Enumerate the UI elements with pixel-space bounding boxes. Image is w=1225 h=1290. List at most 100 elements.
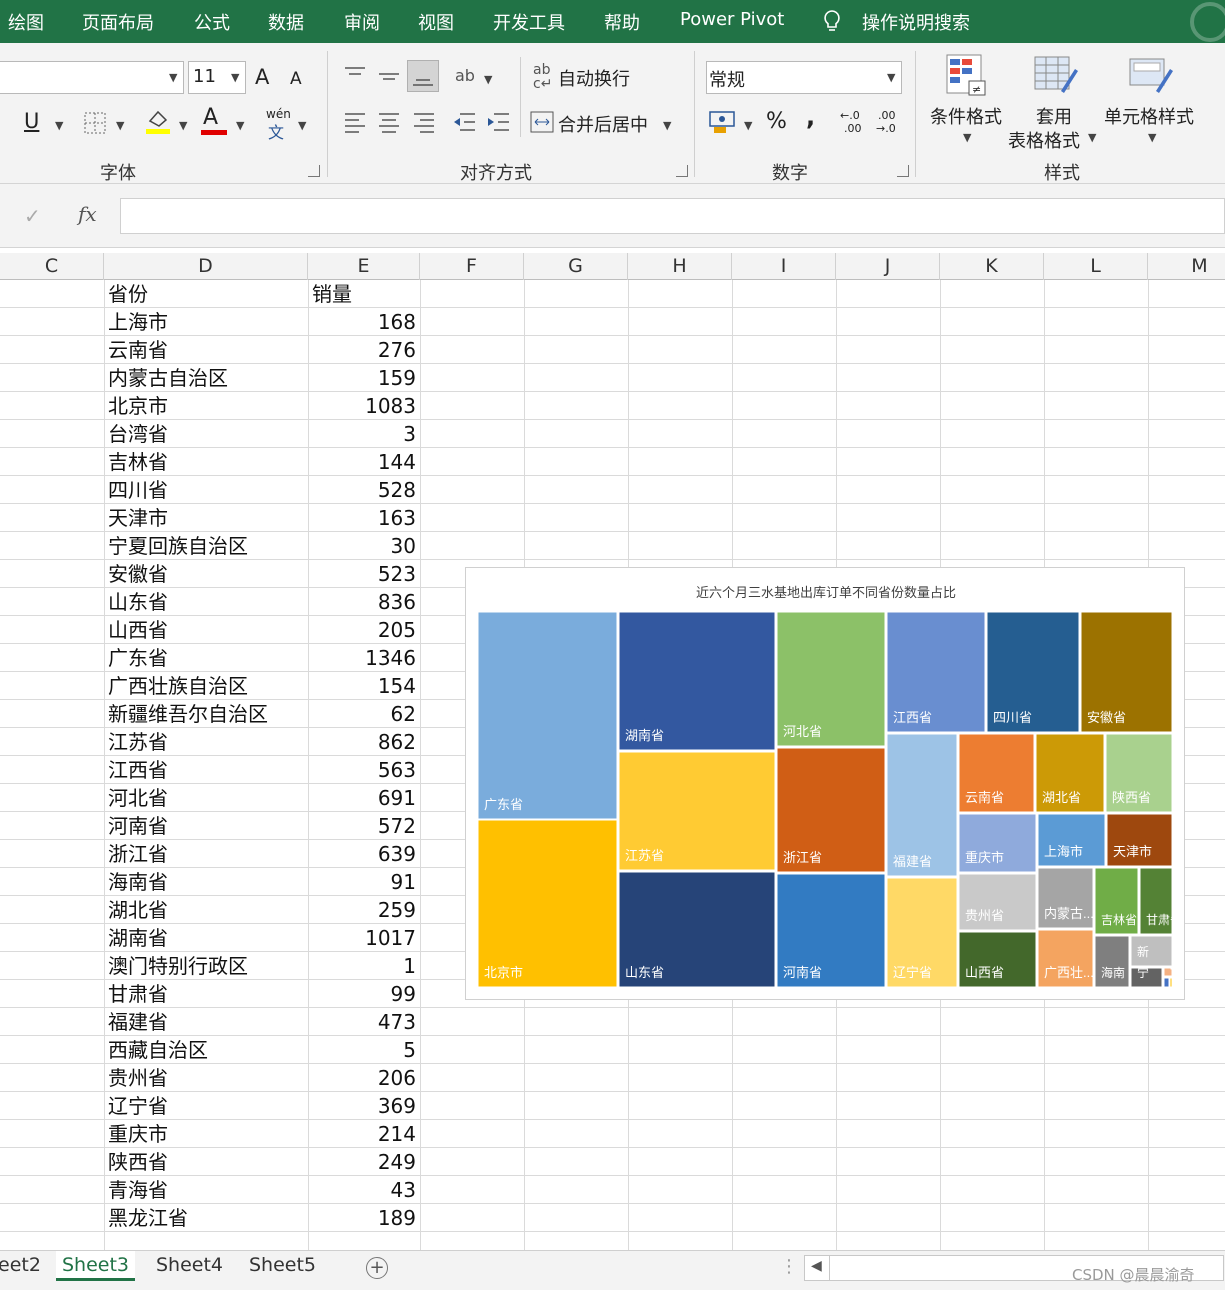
sheet-tab-sheet3[interactable]: Sheet3 <box>56 1251 136 1281</box>
font-color-button[interactable]: A <box>203 105 218 130</box>
province-cell[interactable]: 黑龙江省 <box>108 1204 188 1232</box>
increase-decimal-button[interactable]: ←.0 .00 <box>840 109 870 139</box>
col-header-l[interactable]: L <box>1044 253 1148 280</box>
sales-cell[interactable]: 276 <box>308 336 416 364</box>
format-as-table-line2[interactable]: 表格格式 <box>1008 127 1080 153</box>
sales-cell[interactable]: 1083 <box>308 392 416 420</box>
chevron-down-icon[interactable]: ▼ <box>663 119 671 132</box>
province-cell[interactable]: 广东省 <box>108 644 168 672</box>
menu-data[interactable]: 数据 <box>268 9 304 35</box>
format-as-table-line1[interactable]: 套用 <box>1036 103 1072 129</box>
align-left-icon[interactable] <box>344 111 366 133</box>
province-cell[interactable]: 湖南省 <box>108 924 168 952</box>
col-header-f[interactable]: F <box>420 253 524 280</box>
treemap-tile[interactable] <box>1169 977 1173 988</box>
fill-color-icon[interactable] <box>145 107 171 135</box>
province-cell[interactable]: 贵州省 <box>108 1064 168 1092</box>
sales-cell[interactable]: 639 <box>308 840 416 868</box>
province-cell[interactable]: 宁夏回族自治区 <box>108 532 248 560</box>
menu-review[interactable]: 审阅 <box>344 9 380 35</box>
chevron-down-icon[interactable]: ▼ <box>55 119 63 132</box>
province-cell[interactable]: 吉林省 <box>108 448 168 476</box>
grow-font-button[interactable]: A <box>255 65 269 89</box>
align-right-icon[interactable] <box>413 111 435 133</box>
font-dialog-launcher[interactable] <box>308 165 320 177</box>
province-cell[interactable]: 福建省 <box>108 1008 168 1036</box>
number-dialog-launcher[interactable] <box>897 165 909 177</box>
chevron-down-icon[interactable]: ▼ <box>1148 131 1156 144</box>
province-cell[interactable]: 新疆维吾尔自治区 <box>108 700 268 728</box>
sales-cell[interactable]: 30 <box>308 532 416 560</box>
sales-cell[interactable]: 1346 <box>308 644 416 672</box>
treemap-tile[interactable] <box>1170 967 1173 970</box>
tab-splitter-handle[interactable]: ⋮ <box>780 1256 798 1277</box>
sheet-tab-sheet5[interactable]: Sheet5 <box>243 1251 322 1281</box>
sales-cell[interactable]: 369 <box>308 1092 416 1120</box>
province-cell[interactable]: 陕西省 <box>108 1148 168 1176</box>
phonetic-guide-button[interactable]: 文 <box>268 119 284 143</box>
col-header-j[interactable]: J <box>836 253 940 280</box>
orientation-button[interactable]: ab <box>455 66 475 85</box>
sales-cell[interactable]: 563 <box>308 756 416 784</box>
province-cell[interactable]: 天津市 <box>108 504 168 532</box>
sales-cell[interactable]: 144 <box>308 448 416 476</box>
font-size-dropdown[interactable]: 11 ▼ <box>188 61 246 94</box>
province-cell[interactable]: 山西省 <box>108 616 168 644</box>
sales-cell[interactable]: 62 <box>308 700 416 728</box>
cell-styles-button[interactable]: 单元格样式 <box>1104 103 1194 129</box>
sales-cell[interactable]: 473 <box>308 1008 416 1036</box>
chevron-down-icon[interactable]: ▼ <box>236 119 244 132</box>
sales-cell[interactable]: 154 <box>308 672 416 700</box>
number-format-dropdown[interactable]: 常规 ▼ <box>706 61 902 94</box>
conditional-format-icon[interactable]: ≠ <box>945 53 989 99</box>
menu-power-pivot[interactable]: Power Pivot <box>680 9 784 30</box>
province-cell[interactable]: 云南省 <box>108 336 168 364</box>
sales-cell[interactable]: 249 <box>308 1148 416 1176</box>
merge-center-icon[interactable] <box>530 111 554 133</box>
menu-formulas[interactable]: 公式 <box>194 9 230 35</box>
accounting-format-icon[interactable] <box>708 109 738 135</box>
col-header-d[interactable]: D <box>104 253 308 280</box>
menu-draw[interactable]: 绘图 <box>8 9 44 35</box>
treemap-chart[interactable]: 近六个月三水基地出库订单不同省份数量占比 广东省 北京市 湖南省 江苏省 山东省 河北省浙… <box>465 567 1185 1000</box>
increase-indent-icon[interactable] <box>486 111 510 133</box>
font-name-dropdown[interactable]: ▼ <box>0 61 184 94</box>
merge-center-button[interactable]: 合并后居中 <box>558 111 648 137</box>
province-cell[interactable]: 河北省 <box>108 784 168 812</box>
col-header-g[interactable]: G <box>524 253 628 280</box>
province-cell[interactable]: 青海省 <box>108 1176 168 1204</box>
province-cell[interactable]: 澳门特别行政区 <box>108 952 248 980</box>
chevron-down-icon[interactable]: ▼ <box>484 73 492 86</box>
province-cell[interactable]: 江苏省 <box>108 728 168 756</box>
province-cell[interactable]: 上海市 <box>108 308 168 336</box>
province-cell[interactable]: 甘肃省 <box>108 980 168 1008</box>
percent-button[interactable]: % <box>766 109 787 134</box>
province-cell[interactable]: 北京市 <box>108 392 168 420</box>
sales-cell[interactable]: 528 <box>308 476 416 504</box>
col-header-k[interactable]: K <box>940 253 1044 280</box>
sales-cell[interactable]: 572 <box>308 812 416 840</box>
insert-function-button[interactable]: fx <box>78 202 97 226</box>
sales-cell[interactable]: 1017 <box>308 924 416 952</box>
sales-cell[interactable]: 259 <box>308 896 416 924</box>
sales-cell[interactable]: 43 <box>308 1176 416 1204</box>
header-cell-province[interactable]: 省份 <box>108 280 148 308</box>
header-cell-sales[interactable]: 销量 <box>312 280 420 308</box>
province-cell[interactable]: 江西省 <box>108 756 168 784</box>
sheet-tab-sheet4[interactable]: Sheet4 <box>150 1251 229 1281</box>
col-header-e[interactable]: E <box>308 253 420 280</box>
sales-cell[interactable]: 205 <box>308 616 416 644</box>
sales-cell[interactable]: 862 <box>308 728 416 756</box>
sales-cell[interactable]: 168 <box>308 308 416 336</box>
scroll-left-icon[interactable]: ◀ <box>811 1258 822 1274</box>
comma-button[interactable]: , <box>806 103 815 131</box>
shrink-font-button[interactable]: A <box>290 69 302 89</box>
wrap-text-button[interactable]: 自动换行 <box>558 65 630 91</box>
province-cell[interactable]: 辽宁省 <box>108 1092 168 1120</box>
decrease-decimal-button[interactable]: .00 →.0 <box>876 109 906 139</box>
province-cell[interactable]: 内蒙古自治区 <box>108 364 228 392</box>
sales-cell[interactable]: 691 <box>308 784 416 812</box>
menu-view[interactable]: 视图 <box>418 9 454 35</box>
chevron-down-icon[interactable]: ▼ <box>179 119 187 132</box>
treemap-tile[interactable] <box>477 611 618 820</box>
